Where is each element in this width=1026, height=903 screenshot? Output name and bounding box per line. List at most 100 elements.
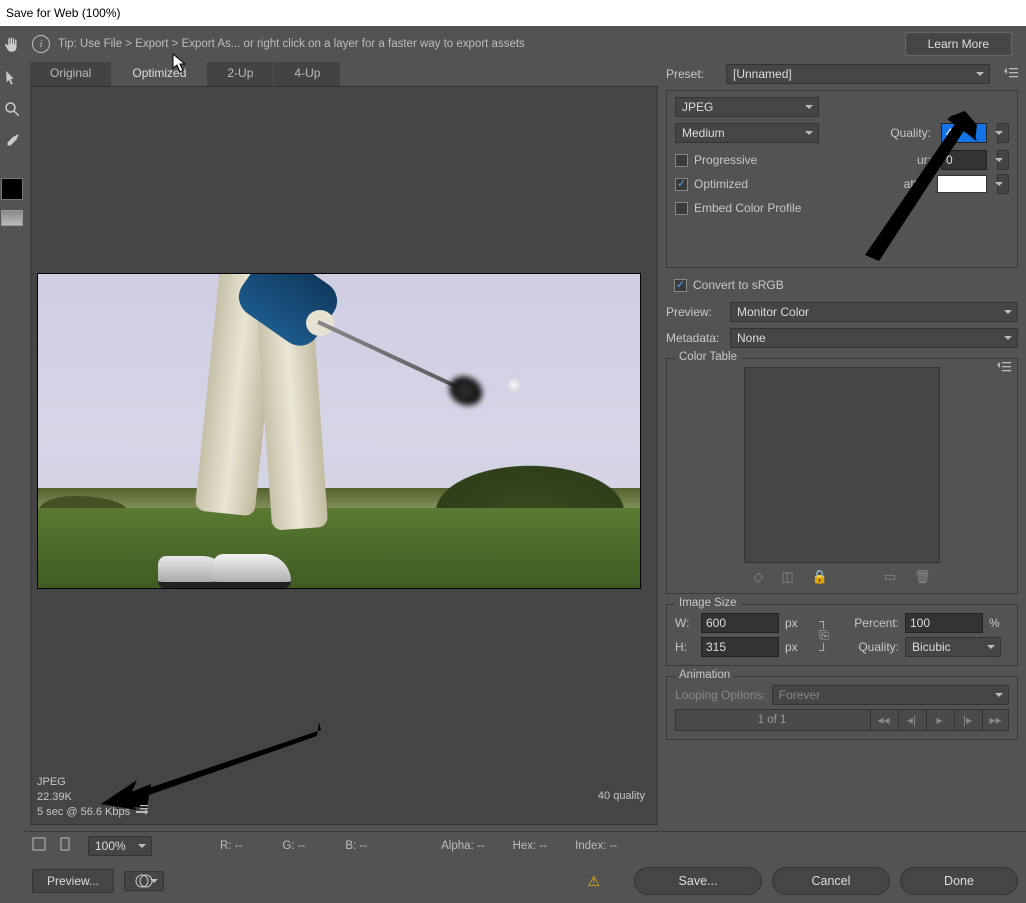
window-title: Save for Web (100%)	[6, 6, 121, 20]
preview-mode-select[interactable]: Monitor Color	[730, 302, 1018, 322]
px-label-2: px	[785, 640, 807, 654]
px-label-1: px	[785, 616, 807, 630]
preview-button[interactable]: Preview...	[32, 869, 114, 893]
eyedropper-color-swatch[interactable]	[1, 178, 23, 200]
anim-last-icon: ▸▸	[982, 710, 1008, 730]
tab-optimized[interactable]: Optimized	[112, 62, 207, 86]
preview-mode-label: Preview:	[666, 305, 724, 319]
looping-label: Looping Options:	[675, 688, 766, 702]
preset-select[interactable]: [Unnamed]	[726, 64, 990, 84]
anim-first-icon: ◂◂	[870, 710, 896, 730]
device-preview-icon[interactable]	[60, 837, 74, 854]
looping-select: Forever	[772, 685, 1009, 705]
info-icon: i	[32, 35, 50, 53]
tip-text: Tip: Use File > Export > Export As... or…	[58, 38, 897, 50]
image-size-title: Image Size	[675, 597, 741, 609]
progressive-checkbox[interactable]	[675, 154, 688, 167]
height-input[interactable]	[701, 637, 779, 657]
ct-new-icon[interactable]: ▭	[884, 569, 896, 585]
preset-label: Preset:	[666, 67, 720, 81]
status-bar: 100% R: -- G: -- B: -- Alpha: -- Hex: --…	[24, 831, 1026, 859]
info-download-time: 5 sec @ 56.6 Kbps	[37, 805, 130, 820]
blur-label: ur:	[917, 153, 931, 167]
readout-alpha: Alpha: --	[441, 840, 484, 852]
quality-label: Quality:	[890, 126, 931, 140]
quality-dropdown[interactable]	[997, 123, 1009, 143]
tool-palette	[0, 26, 24, 903]
convert-srgb-checkbox[interactable]	[674, 279, 687, 292]
animation-controls: 1 of 1 ◂◂ ◂| ▸ |▸ ▸▸	[675, 709, 1009, 731]
format-select[interactable]: JPEG	[675, 97, 819, 117]
info-format: JPEG	[37, 775, 651, 790]
convert-srgb-label: Convert to sRGB	[693, 278, 784, 292]
metadata-select[interactable]: None	[730, 328, 1018, 348]
optimize-menu-icon[interactable]	[1004, 67, 1018, 82]
tab-2up[interactable]: 2-Up	[207, 62, 274, 86]
browser-preview-select[interactable]	[124, 871, 164, 891]
ct-lock-icon[interactable]: 🔒	[812, 569, 828, 585]
anim-next-icon: |▸	[954, 710, 980, 730]
resample-select[interactable]: Bicubic	[905, 637, 1001, 657]
tip-bar: i Tip: Use File > Export > Export As... …	[24, 30, 1020, 58]
anim-prev-icon: ◂|	[898, 710, 924, 730]
blur-dropdown[interactable]	[997, 150, 1009, 170]
preview-info-menu-icon[interactable]	[136, 805, 150, 820]
learn-more-button[interactable]: Learn More	[905, 32, 1012, 56]
done-button[interactable]: Done	[900, 867, 1018, 895]
zoom-select[interactable]: 100%	[88, 836, 152, 856]
metadata-label: Metadata:	[666, 331, 724, 345]
preview-tabs: Original Optimized 2-Up 4-Up	[30, 62, 658, 86]
readout-b: B: --	[345, 840, 367, 852]
ct-shift-icon[interactable]: ◫	[781, 569, 793, 585]
optimized-label: Optimized	[694, 177, 748, 191]
progressive-label: Progressive	[694, 153, 757, 167]
info-filesize: 22.39K	[37, 790, 651, 805]
crop-to-selection-icon[interactable]	[32, 837, 46, 854]
h-label: H:	[675, 640, 695, 654]
w-label: W:	[675, 616, 695, 630]
slice-select-tool-icon[interactable]	[0, 66, 24, 88]
matte-dropdown[interactable]	[997, 174, 1009, 194]
readout-r: R: --	[220, 840, 242, 852]
preview-area[interactable]: JPEG 22.39K 5 sec @ 56.6 Kbps 40 quality	[30, 86, 658, 825]
save-button[interactable]: Save...	[634, 867, 762, 895]
preview-file-info: JPEG 22.39K 5 sec @ 56.6 Kbps 40 quality	[37, 775, 651, 820]
percent-label: Percent:	[841, 616, 899, 630]
resample-quality-label: Quality:	[841, 640, 899, 654]
percent-symbol: %	[989, 616, 1009, 630]
link-dimensions-icon[interactable]: ┐⎘┘	[813, 614, 835, 656]
animation-title: Animation	[675, 669, 734, 681]
color-table-menu-icon[interactable]	[997, 361, 1011, 376]
width-input[interactable]	[701, 613, 779, 633]
optimized-checkbox[interactable]	[675, 178, 688, 191]
ct-snap-icon[interactable]: ◇	[753, 569, 763, 585]
percent-input[interactable]	[905, 613, 983, 633]
readout-g: G: --	[282, 840, 305, 852]
settings-panel: Preset: [Unnamed] JPEG Medium Quality:	[666, 62, 1018, 825]
readout-index: Index: --	[575, 840, 617, 852]
title-bar: Save for Web (100%)	[0, 0, 1026, 26]
eyedropper-tool-icon[interactable]	[0, 130, 24, 152]
warning-icon[interactable]: ⚠	[587, 873, 600, 890]
info-quality: 40 quality	[598, 789, 645, 804]
matte-swatch[interactable]	[937, 175, 987, 193]
hand-tool-icon[interactable]	[0, 34, 24, 56]
quality-preset-select[interactable]: Medium	[675, 123, 819, 143]
matte-label: atte:	[904, 177, 927, 191]
embed-profile-label: Embed Color Profile	[694, 201, 801, 215]
readout-hex: Hex: --	[513, 840, 548, 852]
ct-trash-icon[interactable]: 🗑	[914, 569, 931, 585]
blur-input[interactable]	[941, 150, 987, 170]
dialog-buttons: Preview... ⚠ Save... Cancel Done	[24, 859, 1026, 903]
animation-page: 1 of 1	[676, 714, 868, 726]
zoom-tool-icon[interactable]	[0, 98, 24, 120]
tab-original[interactable]: Original	[30, 62, 112, 86]
tab-4up[interactable]: 4-Up	[274, 62, 341, 86]
cancel-button[interactable]: Cancel	[772, 867, 890, 895]
color-table-title: Color Table	[675, 351, 741, 363]
image-canvas	[37, 273, 641, 589]
quality-input[interactable]	[941, 123, 987, 143]
color-table-grid	[744, 367, 940, 563]
embed-profile-checkbox[interactable]	[675, 202, 688, 215]
toggle-slices-visibility-icon[interactable]	[1, 210, 23, 226]
